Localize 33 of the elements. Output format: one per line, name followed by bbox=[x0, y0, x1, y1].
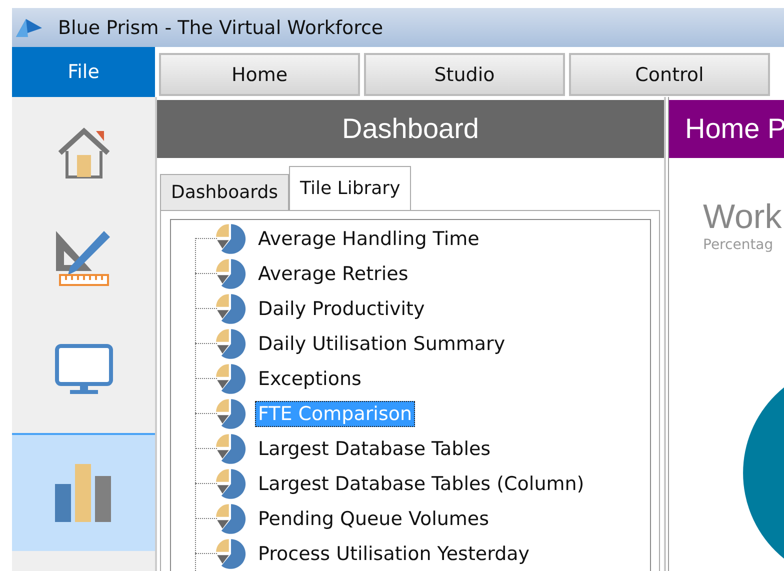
pie-chart-icon bbox=[215, 432, 247, 464]
tree-item[interactable]: Daily Utilisation Summary bbox=[255, 330, 508, 356]
tab[interactable]: Tile Library bbox=[289, 166, 412, 210]
tree-item[interactable]: Daily Productivity bbox=[255, 296, 428, 322]
monitor-icon bbox=[54, 343, 114, 397]
pie-chart-icon bbox=[215, 292, 247, 324]
pie-chart-icon bbox=[215, 398, 247, 430]
tree-item[interactable]: Process Utilisation Yesterday bbox=[255, 540, 533, 566]
pie-chart-icon bbox=[215, 362, 247, 394]
tab[interactable]: Dashboards bbox=[160, 174, 290, 210]
bar-chart-icon bbox=[54, 464, 112, 522]
panel-header: Dashboard bbox=[157, 100, 664, 158]
tree-item[interactable]: Largest Database Tables bbox=[255, 436, 494, 462]
tree-item[interactable]: Largest Database Tables (Column) bbox=[255, 470, 588, 496]
pie-chart-icon bbox=[215, 222, 247, 254]
pie-chart-icon bbox=[215, 468, 247, 500]
tree-item[interactable]: Average Handling Time bbox=[255, 226, 482, 252]
tree-item[interactable]: Average Retries bbox=[255, 260, 412, 286]
tile-subtitle: Percentag bbox=[703, 237, 774, 253]
prism-logo-icon bbox=[14, 16, 44, 38]
window-title: Blue Prism - The Virtual Workforce bbox=[58, 16, 384, 38]
nav-tab[interactable]: Control bbox=[569, 53, 770, 96]
pie-chart-icon bbox=[215, 328, 247, 360]
pie-chart-icon bbox=[215, 502, 247, 534]
tree-item[interactable]: Exceptions bbox=[255, 366, 364, 392]
pie-chart-icon bbox=[215, 538, 247, 570]
pie-chart-icon bbox=[215, 258, 247, 290]
sidebar-item[interactable] bbox=[12, 433, 155, 551]
nav-tab[interactable]: Home bbox=[159, 53, 360, 96]
file-button[interactable]: File bbox=[12, 47, 155, 97]
tile-title: Work bbox=[703, 198, 783, 237]
tree-item[interactable]: Pending Queue Volumes bbox=[255, 506, 492, 532]
nav-tab[interactable]: Studio bbox=[364, 53, 565, 96]
